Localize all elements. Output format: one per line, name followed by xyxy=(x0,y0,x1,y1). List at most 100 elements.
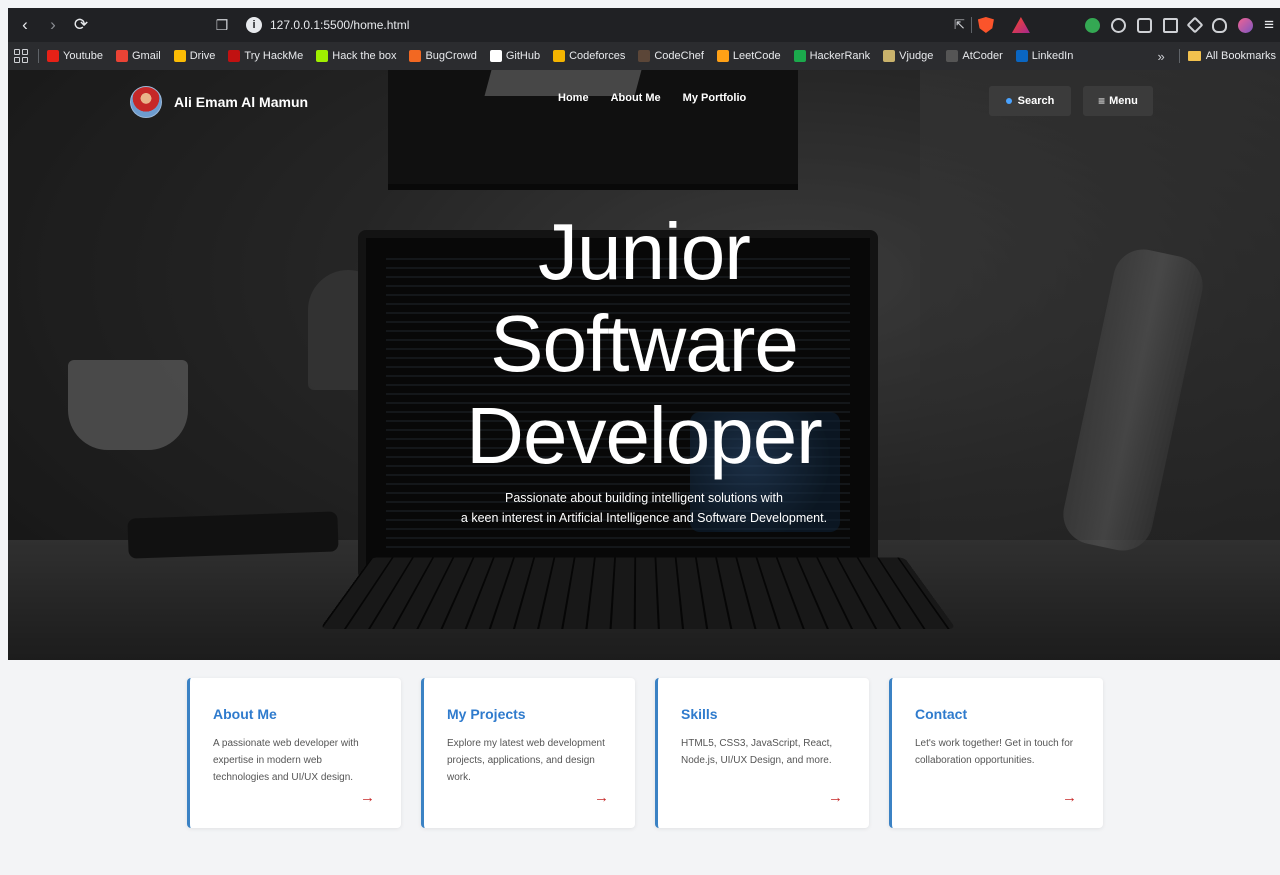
bookmark-label: Gmail xyxy=(132,50,161,62)
site-nav: Home About Me My Portfolio xyxy=(558,92,746,104)
bookmark-label: BugCrowd xyxy=(425,50,476,62)
atcoder-icon xyxy=(946,50,958,62)
menu-icon: ≡ xyxy=(1098,94,1105,108)
bookmark-drive[interactable]: Drive xyxy=(174,50,216,62)
bookmark-label: Try HackMe xyxy=(244,50,303,62)
card-description: A passionate web developer with expertis… xyxy=(213,735,379,786)
hero-subtitle-line: a keen interest in Artificial Intelligen… xyxy=(8,508,1280,528)
menu-label: Menu xyxy=(1109,95,1138,107)
profile-avatar-icon[interactable] xyxy=(1238,18,1253,33)
card-about-me[interactable]: About Me A passionate web developer with… xyxy=(187,678,401,828)
address-bar[interactable]: i 127.0.0.1:5500/home.html xyxy=(240,12,930,38)
all-bookmarks-button[interactable]: All Bookmarks xyxy=(1188,50,1280,62)
sidebar-toggle-icon[interactable] xyxy=(1137,18,1152,33)
bookmark-atcoder[interactable]: AtCoder xyxy=(946,50,1002,62)
bookmark-label: AtCoder xyxy=(962,50,1002,62)
bookmarks-overflow-button[interactable]: » xyxy=(1157,49,1164,64)
apps-grid-icon[interactable] xyxy=(14,49,28,63)
arrow-right-icon[interactable]: → xyxy=(360,789,375,806)
browser-menu-icon[interactable]: ≡ xyxy=(1264,15,1274,35)
all-bookmarks-label: All Bookmarks xyxy=(1206,50,1276,62)
card-my-projects[interactable]: My Projects Explore my latest web develo… xyxy=(421,678,635,828)
menu-button[interactable]: ≡ Menu xyxy=(1083,86,1153,116)
bookmark-youtube[interactable]: Youtube xyxy=(47,50,103,62)
bookmark-try-hackme[interactable]: Try HackMe xyxy=(228,50,303,62)
hero-title: Junior Software Developer xyxy=(8,206,1280,482)
arrow-right-icon[interactable]: → xyxy=(1062,789,1077,806)
card-title: Contact xyxy=(915,706,1081,722)
hero-title-line: Junior xyxy=(8,206,1280,298)
feature-cards: About Me A passionate web developer with… xyxy=(187,678,1103,828)
wallet-icon[interactable] xyxy=(1163,18,1178,33)
share-icon[interactable]: ⇱ xyxy=(954,17,965,33)
search-button[interactable]: Search xyxy=(989,86,1071,116)
bookmark-label: HackerRank xyxy=(810,50,871,62)
bookmark-hackerrank[interactable]: HackerRank xyxy=(794,50,871,62)
avatar xyxy=(130,86,162,118)
vjudge-icon xyxy=(883,50,895,62)
hackerrank-icon xyxy=(794,50,806,62)
bookmark-label: LinkedIn xyxy=(1032,50,1074,62)
back-icon[interactable]: ‹ xyxy=(14,14,36,36)
hero-subtitle-line: Passionate about building intelligent so… xyxy=(8,488,1280,508)
nav-my-portfolio[interactable]: My Portfolio xyxy=(683,92,747,104)
codechef-icon xyxy=(638,50,650,62)
card-skills[interactable]: Skills HTML5, CSS3, JavaScript, React, N… xyxy=(655,678,869,828)
card-contact[interactable]: Contact Let's work together! Get in touc… xyxy=(889,678,1103,828)
card-description: HTML5, CSS3, JavaScript, React, Node.js,… xyxy=(681,735,847,769)
github-icon xyxy=(490,50,502,62)
card-description: Explore my latest web development projec… xyxy=(447,735,613,786)
bookmark-label: Youtube xyxy=(63,50,103,62)
bookmark-label: Hack the box xyxy=(332,50,396,62)
bookmark-leetcode[interactable]: LeetCode xyxy=(717,50,781,62)
reload-icon[interactable]: ⟳ xyxy=(70,14,92,36)
search-label: Search xyxy=(1018,95,1055,107)
bugcrowd-icon xyxy=(409,50,421,62)
forward-icon[interactable]: › xyxy=(42,14,64,36)
site-brand[interactable]: Ali Emam Al Mamun xyxy=(130,86,308,118)
bookmark-linkedin[interactable]: LinkedIn xyxy=(1016,50,1074,62)
linkedin-icon xyxy=(1016,50,1028,62)
hackthebox-icon xyxy=(316,50,328,62)
card-title: About Me xyxy=(213,706,379,722)
nav-about-me[interactable]: About Me xyxy=(611,92,661,104)
browser-toolbar: ‹ › ⟳ ❒ i 127.0.0.1:5500/home.html ⇱ ≡ xyxy=(8,8,1280,42)
card-title: My Projects xyxy=(447,706,613,722)
bookmark-label: Codeforces xyxy=(569,50,625,62)
extension-green-icon[interactable] xyxy=(1085,18,1100,33)
bookmark-codechef[interactable]: CodeChef xyxy=(638,50,704,62)
bookmark-bugcrowd[interactable]: BugCrowd xyxy=(409,50,476,62)
bookmark-list: Youtube Gmail Drive Try HackMe Hack the box B… xyxy=(47,50,1086,62)
vpn-shield-icon[interactable] xyxy=(1212,18,1227,33)
arrow-right-icon[interactable]: → xyxy=(828,789,843,806)
hero-title-line: Software xyxy=(8,298,1280,390)
brave-shield-icon[interactable] xyxy=(978,17,994,33)
nav-home[interactable]: Home xyxy=(558,92,589,104)
leo-ai-icon[interactable] xyxy=(1187,17,1204,34)
extensions-puzzle-icon[interactable] xyxy=(1111,18,1126,33)
site-info-icon[interactable]: i xyxy=(246,17,262,33)
toolbar-divider xyxy=(971,17,972,33)
tryhackme-icon xyxy=(228,50,240,62)
bookmark-label: CodeChef xyxy=(654,50,704,62)
card-title: Skills xyxy=(681,706,847,722)
brave-rewards-icon[interactable] xyxy=(1012,17,1030,33)
card-description: Let's work together! Get in touch for co… xyxy=(915,735,1081,769)
bookmark-gmail[interactable]: Gmail xyxy=(116,50,161,62)
bookmark-label: Drive xyxy=(190,50,216,62)
bookmark-label: Vjudge xyxy=(899,50,933,62)
leetcode-icon xyxy=(717,50,729,62)
brand-name: Ali Emam Al Mamun xyxy=(174,94,308,110)
bookmark-page-icon[interactable]: ❒ xyxy=(212,17,232,34)
bookmark-vjudge[interactable]: Vjudge xyxy=(883,50,933,62)
search-icon xyxy=(1006,98,1012,104)
browser-window: ‹ › ⟳ ❒ i 127.0.0.1:5500/home.html ⇱ ≡ Y… xyxy=(0,0,1280,875)
bookmark-codeforces[interactable]: Codeforces xyxy=(553,50,625,62)
bookmark-github[interactable]: GitHub xyxy=(490,50,540,62)
bookmark-hack-the-box[interactable]: Hack the box xyxy=(316,50,396,62)
bookmarks-bar: Youtube Gmail Drive Try HackMe Hack the box B… xyxy=(8,42,1280,70)
hero-section: Ali Emam Al Mamun Home About Me My Portf… xyxy=(8,70,1280,660)
arrow-right-icon[interactable]: → xyxy=(594,789,609,806)
codeforces-icon xyxy=(553,50,565,62)
bookmark-label: LeetCode xyxy=(733,50,781,62)
